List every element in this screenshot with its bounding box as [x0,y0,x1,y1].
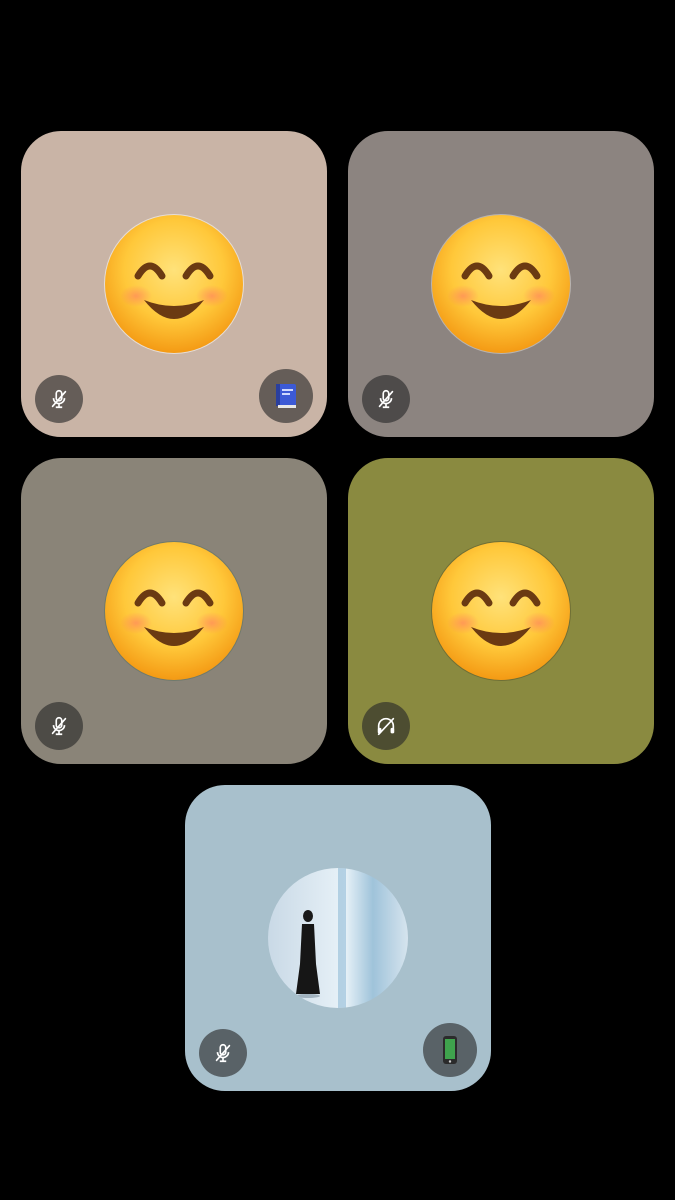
smiling-face-avatar [104,214,244,354]
smiling-face-avatar [104,541,244,681]
person-photo-avatar [268,868,408,1008]
participant-tile-4[interactable] [348,458,654,764]
participant-tile-2[interactable] [348,131,654,437]
smiling-face-avatar [431,541,571,681]
participant-tile-5[interactable] [185,785,491,1091]
call-grid [0,0,675,1200]
book-icon [259,369,313,423]
mic-off-icon [35,702,83,750]
mic-off-icon [199,1029,247,1077]
participant-tile-3[interactable] [21,458,327,764]
mic-off-icon [35,375,83,423]
mobile-phone-icon [423,1023,477,1077]
participant-tile-1[interactable] [21,131,327,437]
headphones-off-icon [362,702,410,750]
mic-off-icon [362,375,410,423]
smiling-face-avatar [431,214,571,354]
